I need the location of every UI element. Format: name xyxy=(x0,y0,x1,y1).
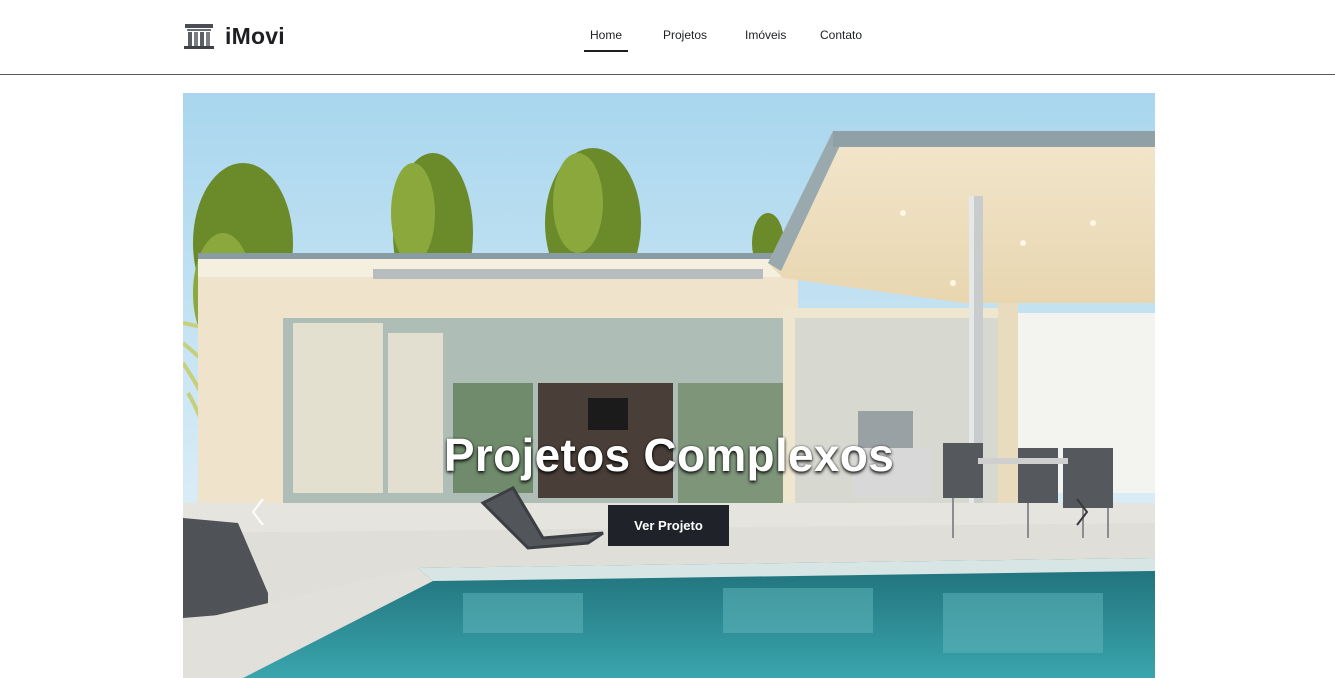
view-project-button[interactable]: Ver Projeto xyxy=(608,505,729,546)
brand[interactable]: iMovi xyxy=(183,20,285,52)
nav-item-imoveis[interactable]: Imóveis xyxy=(745,22,786,52)
nav-item-contato[interactable]: Contato xyxy=(819,22,863,52)
brand-name: iMovi xyxy=(225,22,285,49)
nav-item-home[interactable]: Home xyxy=(584,22,628,52)
hero-title: Projetos Complexos xyxy=(443,429,895,481)
chevron-left-icon[interactable] xyxy=(251,497,265,527)
hero-image xyxy=(183,93,1155,678)
site-header: iMovi Home Projetos Imóveis Contato xyxy=(0,0,1335,75)
nav-item-projetos[interactable]: Projetos xyxy=(658,22,712,52)
building-icon xyxy=(184,24,214,49)
hero-carousel: Projetos Complexos Ver Projeto xyxy=(183,93,1155,678)
chevron-right-icon[interactable] xyxy=(1075,497,1089,527)
main-nav: Home Projetos Imóveis Contato xyxy=(584,22,863,52)
